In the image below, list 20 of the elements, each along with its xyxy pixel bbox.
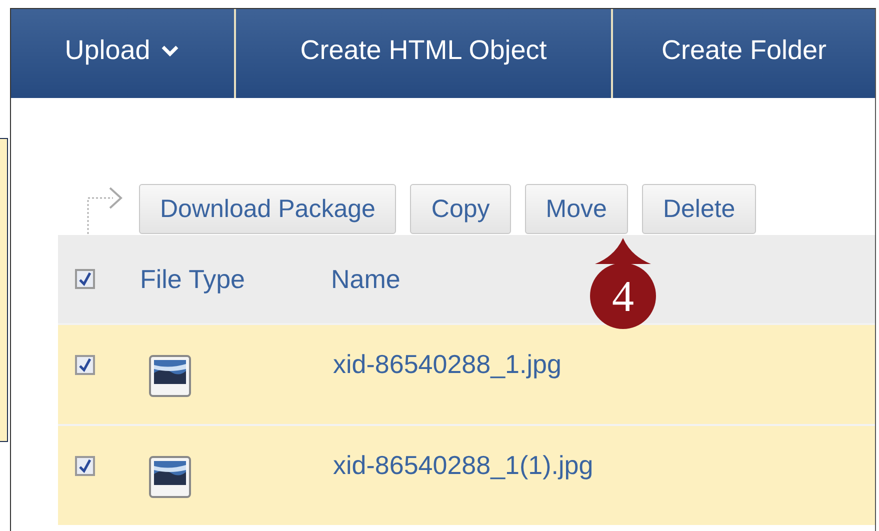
checkbox[interactable]: [75, 456, 95, 476]
column-header[interactable]: Name: [331, 264, 400, 294]
image-file-icon: [149, 355, 191, 397]
table-row[interactable]: xid-86540288_1(1).jpg: [58, 424, 875, 525]
nav-button[interactable]: Upload: [11, 9, 236, 98]
step-number: 4: [611, 270, 635, 322]
nav-button[interactable]: Create Folder: [613, 9, 875, 98]
file-name-link[interactable]: xid-86540288_1(1).jpg: [333, 450, 594, 481]
file-name-link[interactable]: xid-86540288_1.jpg: [333, 349, 562, 380]
table-row[interactable]: xid-86540288_1.jpg: [58, 323, 875, 424]
chevron-icon: [160, 44, 180, 58]
nav-button[interactable]: Create HTML Object: [236, 9, 613, 98]
action-button[interactable]: Copy: [410, 184, 511, 234]
action-button[interactable]: Move: [524, 184, 628, 234]
action-button[interactable]: Delete: [642, 184, 756, 234]
action-button[interactable]: Download Package: [139, 184, 396, 234]
image-file-icon: [149, 456, 191, 498]
checkbox[interactable]: [75, 355, 95, 375]
checkbox[interactable]: [75, 269, 95, 289]
column-header[interactable]: File Type: [140, 264, 331, 294]
